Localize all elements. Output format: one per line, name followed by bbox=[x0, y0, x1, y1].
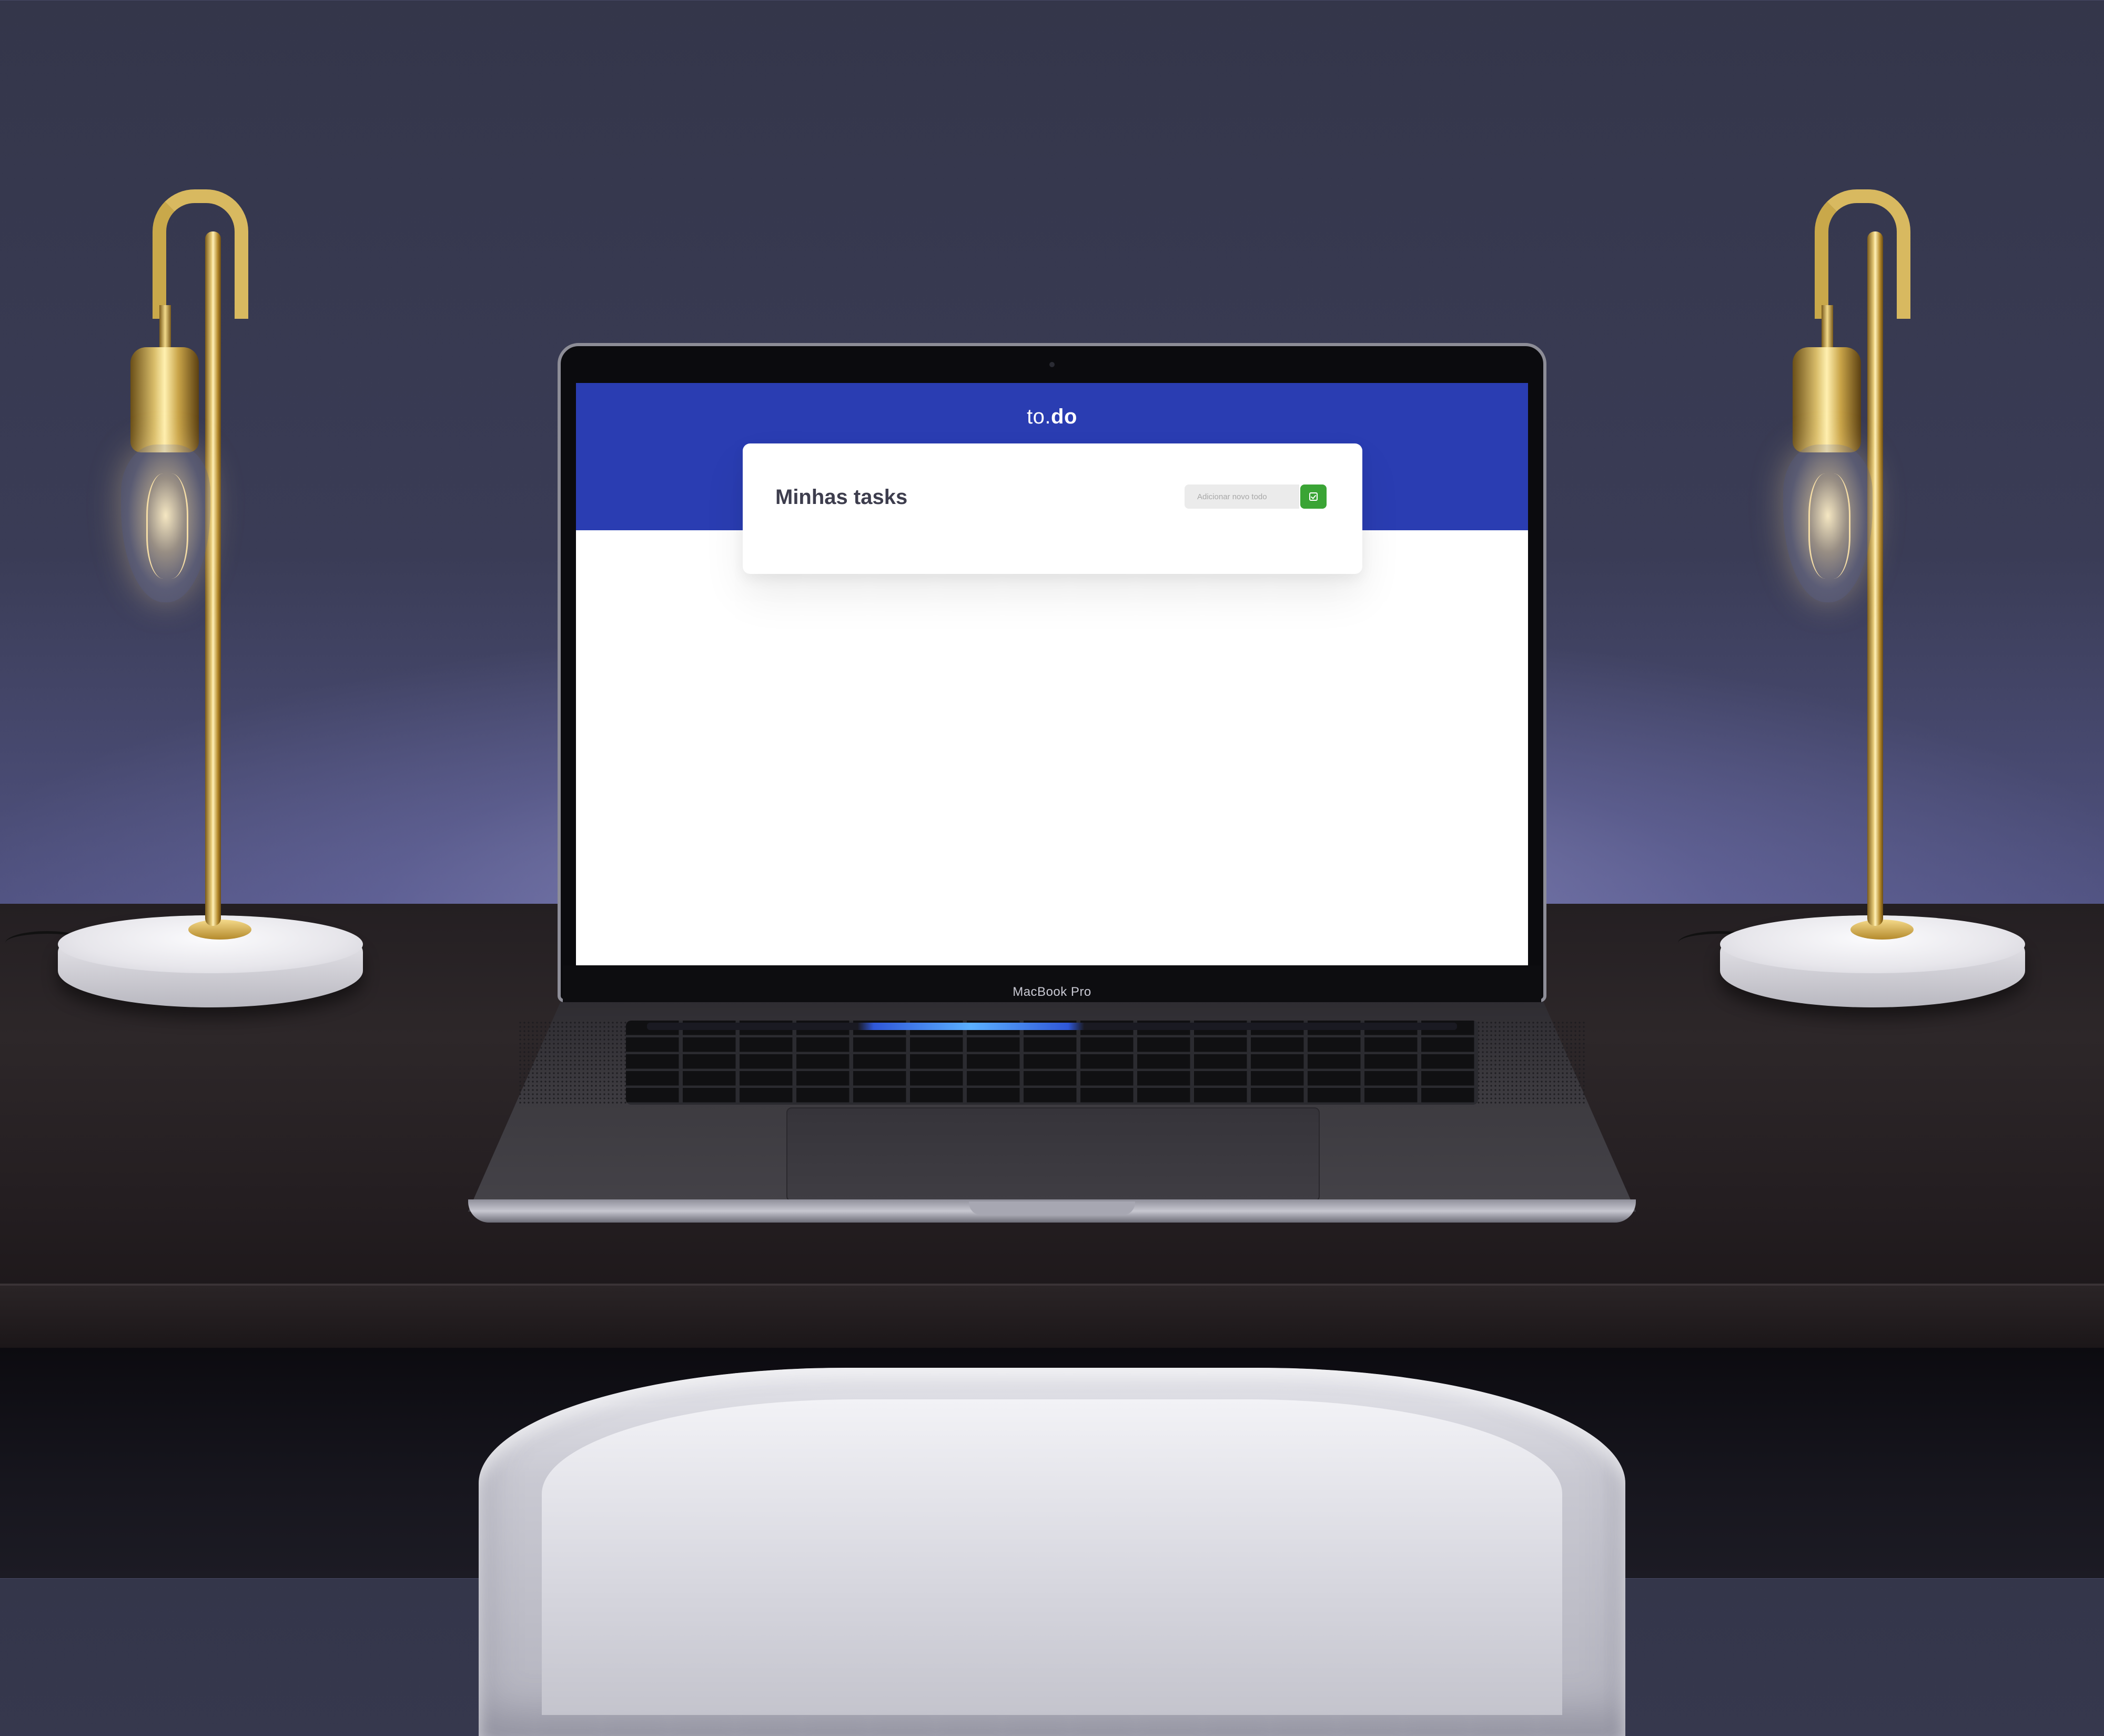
trackpad bbox=[786, 1107, 1320, 1202]
add-task-button[interactable] bbox=[1300, 485, 1327, 509]
check-square-icon bbox=[1309, 492, 1318, 501]
lamp-filament bbox=[1808, 473, 1850, 579]
lamp-filament bbox=[146, 473, 188, 579]
chair-seat bbox=[542, 1399, 1562, 1715]
new-task-input[interactable] bbox=[1185, 485, 1299, 509]
tasks-card: Minhas tasks bbox=[743, 443, 1362, 574]
logo-suffix: do bbox=[1051, 405, 1077, 428]
laptop-screen: to.do Minhas tasks bbox=[576, 383, 1528, 965]
lamp-pole bbox=[1867, 231, 1883, 926]
camera-dot bbox=[1049, 362, 1055, 367]
touch-bar bbox=[647, 1023, 1457, 1030]
desk-scene: MacBook Pro to.do Minhas tasks bbox=[0, 0, 2104, 1736]
app-logo: to.do bbox=[576, 405, 1528, 429]
speaker-grille-left bbox=[518, 1021, 644, 1105]
logo-prefix: to. bbox=[1027, 405, 1051, 428]
lamp-left bbox=[5, 179, 379, 1021]
lamp-arc bbox=[153, 189, 248, 319]
lamp-pole bbox=[205, 231, 221, 926]
lamp-socket bbox=[1793, 347, 1861, 452]
desk-edge bbox=[0, 1284, 2104, 1350]
lamp-arc bbox=[1815, 189, 1910, 319]
page-title: Minhas tasks bbox=[775, 486, 908, 509]
lamp-right bbox=[1678, 179, 2041, 1021]
lamp-socket bbox=[130, 347, 199, 452]
lamp-collar bbox=[188, 920, 251, 940]
speaker-grille-right bbox=[1460, 1021, 1586, 1105]
lamp-socket-stem bbox=[1822, 305, 1833, 352]
lamp-collar bbox=[1850, 920, 1914, 940]
laptop-brand-label: MacBook Pro bbox=[1013, 985, 1091, 999]
laptop-lid-notch bbox=[969, 1202, 1135, 1215]
lamp-socket-stem bbox=[159, 305, 171, 352]
keyboard bbox=[626, 1021, 1478, 1105]
